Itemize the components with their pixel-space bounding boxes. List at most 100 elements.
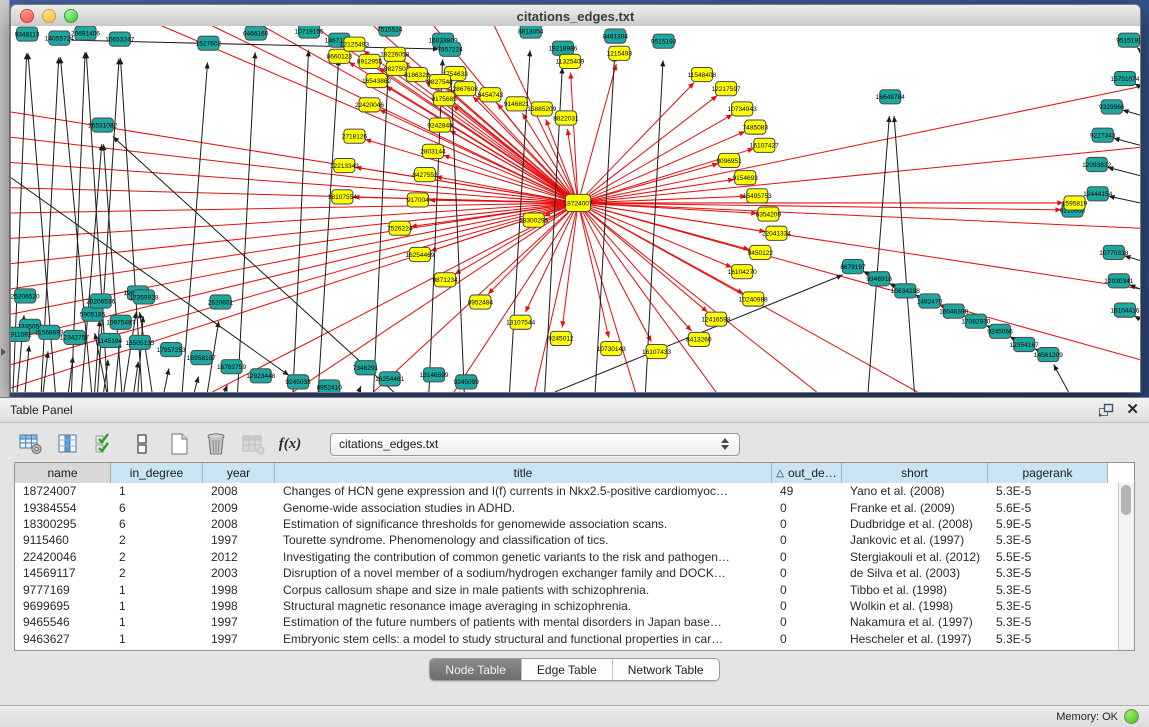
graph-node-label: 9348113 bbox=[15, 31, 40, 38]
table-row[interactable]: 911546021997Tourette syndrome. Phenomeno… bbox=[15, 532, 1119, 548]
table-cell: 22420046 bbox=[15, 550, 111, 564]
network-canvas[interactable]: 9348113140557242069140610653247152760264… bbox=[11, 26, 1140, 392]
graph-node-label: 7857224 bbox=[437, 47, 463, 54]
table-row[interactable]: 946362711997Embryonic stem cells: a mode… bbox=[15, 631, 1119, 647]
table-row[interactable]: 1938455462009Genome-wide association stu… bbox=[15, 499, 1119, 515]
table-body: 1872400712008Changes of HCN gene express… bbox=[15, 483, 1119, 650]
graph-node-label: 8952410 bbox=[317, 384, 343, 391]
graph-node-label: 9515191 bbox=[1116, 37, 1140, 44]
status-bar: Memory: OK bbox=[0, 705, 1149, 727]
float-window-icon[interactable] bbox=[1098, 403, 1114, 417]
tab-edge-table[interactable]: Edge Table bbox=[521, 659, 612, 680]
table-cell: Investigating the contribution of common… bbox=[275, 550, 772, 564]
graph-node-label: 8413260 bbox=[686, 337, 712, 344]
table-cell: Embryonic stem cells: a model to study s… bbox=[275, 632, 772, 646]
graph-node-label: 15751074 bbox=[1110, 76, 1139, 83]
table-row[interactable]: 1456911722003Disruption of a novel membe… bbox=[15, 565, 1119, 581]
memory-ok-indicator-icon[interactable] bbox=[1124, 709, 1139, 724]
table-cell: Corpus callosum shape and size in male p… bbox=[275, 583, 772, 597]
graph-node-label: 8096951 bbox=[716, 158, 742, 165]
node-table: namein_degreeyeartitle△out_de…shortpager… bbox=[14, 462, 1135, 651]
column-header-name[interactable]: name bbox=[15, 463, 111, 483]
table-row[interactable]: 946554611997Estimation of the future num… bbox=[15, 614, 1119, 630]
graph-node-label: 9515193 bbox=[651, 38, 677, 45]
graph-node-label: 25206520 bbox=[11, 293, 40, 300]
scrollbar-thumb[interactable] bbox=[1121, 485, 1131, 515]
zoom-window-icon[interactable] bbox=[64, 9, 78, 23]
table-cell: 5.3E-5 bbox=[988, 632, 1108, 646]
graph-node-label: 9154693 bbox=[732, 175, 758, 182]
graph-node-label: 17957253 bbox=[157, 347, 186, 354]
select-all-icon[interactable] bbox=[92, 432, 118, 456]
table-cell: 2008 bbox=[203, 484, 275, 498]
graph-node-label: 1595819 bbox=[1062, 200, 1088, 207]
table-cell: 1998 bbox=[203, 599, 275, 613]
minimize-window-icon[interactable] bbox=[42, 9, 56, 23]
graph-node-label: 8427552 bbox=[412, 172, 438, 179]
graph-node-label: 10653247 bbox=[105, 36, 134, 43]
table-cell: 2009 bbox=[203, 501, 275, 515]
table-row[interactable]: 1830029562008Estimation of significance … bbox=[15, 516, 1119, 532]
close-window-icon[interactable] bbox=[20, 9, 34, 23]
table-row[interactable]: 2242004622012Investigating the contribut… bbox=[15, 549, 1119, 565]
table-cell: 1 bbox=[111, 583, 203, 597]
graph-node-label: 12342757 bbox=[60, 335, 89, 342]
graph-node-label: 16104416 bbox=[1110, 307, 1139, 314]
graph-node-label: 6466160 bbox=[243, 30, 269, 37]
graph-node-label: 9175685 bbox=[431, 96, 457, 103]
table-row[interactable]: 1872400712008Changes of HCN gene express… bbox=[15, 483, 1119, 499]
column-header-year[interactable]: year bbox=[203, 463, 275, 483]
network-canvas-container: 9348113140557242069140610653247152760264… bbox=[10, 26, 1141, 393]
column-header-out_de[interactable]: △out_de… bbox=[772, 463, 842, 483]
column-header-short[interactable]: short bbox=[842, 463, 988, 483]
panel-expand-arrow-icon[interactable] bbox=[1, 348, 6, 356]
column-header-pagerank[interactable]: pagerank bbox=[988, 463, 1108, 483]
table-cell: 0 bbox=[772, 615, 842, 629]
show-columns-icon[interactable] bbox=[55, 432, 81, 456]
table-settings-icon[interactable] bbox=[18, 432, 44, 456]
graph-node-label: 8660123 bbox=[327, 54, 353, 61]
network-view-window: citations_edges.txt 93481131405572420691… bbox=[10, 4, 1141, 393]
table-cell: Dudbridge et al. (2008) bbox=[842, 517, 988, 531]
delete-column-icon[interactable] bbox=[203, 432, 229, 456]
graph-node-label: 16648784 bbox=[876, 94, 905, 101]
graph-node-label: 8679197 bbox=[840, 264, 866, 271]
column-header-title[interactable]: title bbox=[275, 463, 772, 483]
graph-node-label: 9227343 bbox=[1090, 133, 1116, 140]
memory-status-label: Memory: OK bbox=[1056, 711, 1118, 723]
graph-node-label: 14055724 bbox=[45, 35, 74, 42]
graph-node-label: 9245066 bbox=[987, 329, 1013, 336]
function-builder-icon[interactable]: f(x) bbox=[277, 432, 303, 456]
tab-node-table[interactable]: Node Table bbox=[430, 659, 521, 680]
graph-node-label: 9245033 bbox=[285, 379, 311, 386]
vertical-scrollbar[interactable] bbox=[1118, 483, 1134, 650]
table-selector-dropdown[interactable]: citations_edges.txt bbox=[330, 433, 740, 456]
create-column-icon[interactable] bbox=[166, 432, 192, 456]
graph-node-label: 10730143 bbox=[597, 346, 626, 353]
table-cell: 5.9E-5 bbox=[988, 517, 1108, 531]
table-row[interactable]: 969969511998Structural magnetic resonanc… bbox=[15, 598, 1119, 614]
table-row[interactable]: 977716911998Corpus callosum shape and si… bbox=[15, 581, 1119, 597]
table-cell: 5.3E-5 bbox=[988, 615, 1108, 629]
graph-node-label: 12923448 bbox=[246, 373, 275, 380]
collapsed-side-panel[interactable] bbox=[0, 0, 10, 397]
graph-node-label: 9242848 bbox=[427, 122, 453, 129]
graph-node-label: 19218986 bbox=[548, 46, 577, 53]
table-cell: 5.5E-5 bbox=[988, 550, 1108, 564]
table-selector-value: citations_edges.txt bbox=[339, 437, 721, 451]
table-cell: 5.3E-5 bbox=[988, 533, 1108, 547]
table-cell: 1 bbox=[111, 484, 203, 498]
graph-node-label: 12444154 bbox=[1083, 191, 1112, 198]
table-cell: Wolkin et al. (1998) bbox=[842, 599, 988, 613]
graph-node-label: 16254461 bbox=[375, 376, 404, 383]
table-cell: 2008 bbox=[203, 517, 275, 531]
import-table-icon bbox=[240, 432, 266, 456]
close-panel-icon[interactable]: ✕ bbox=[1126, 403, 1139, 417]
graph-node-label: 1215493 bbox=[607, 51, 633, 58]
window-titlebar[interactable]: citations_edges.txt bbox=[10, 4, 1141, 28]
table-cell: Estimation of significance thresholds fo… bbox=[275, 517, 772, 531]
column-header-in_degree[interactable]: in_degree bbox=[111, 463, 203, 483]
graph-node-label: 15495753 bbox=[743, 193, 772, 200]
rows-icon[interactable] bbox=[129, 432, 155, 456]
tab-network-table[interactable]: Network Table bbox=[612, 659, 719, 680]
